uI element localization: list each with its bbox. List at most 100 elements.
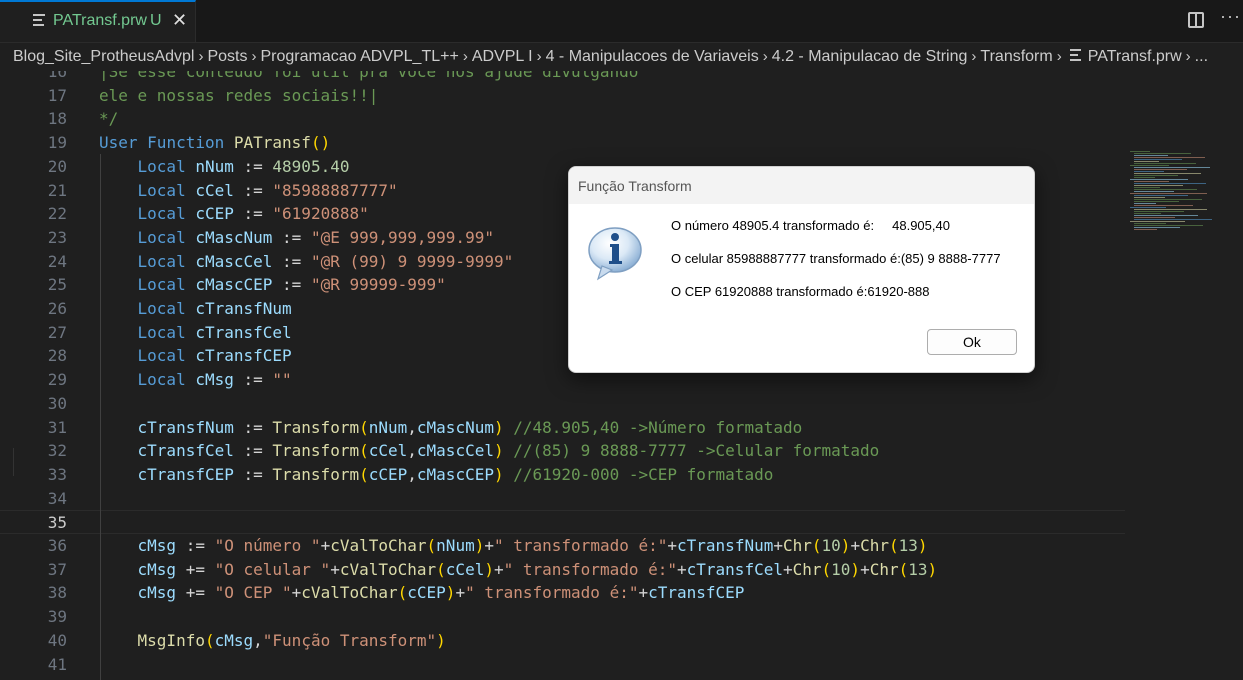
line-number: 36 <box>47 536 67 555</box>
breadcrumb-item[interactable]: ADVPL I <box>472 44 533 70</box>
breadcrumb-item[interactable]: ... <box>1195 44 1208 70</box>
code-text: Local cMascCel := "@R (99) 9 9999-9999" <box>137 251 514 271</box>
code-text: ele e nossas redes sociais!!| <box>99 85 379 105</box>
minimap-line <box>1134 181 1169 182</box>
line-number: 40 <box>47 630 67 650</box>
gutter-indicator <box>0 448 14 476</box>
breadcrumb-item[interactable]: Posts <box>207 44 247 70</box>
file-lines-icon <box>1069 49 1081 62</box>
minimap-line <box>1134 159 1182 160</box>
code-text: cMsg += "O celular "+cValToChar(cCel)+" … <box>137 559 938 579</box>
code-line[interactable]: 39 <box>0 605 1125 629</box>
line-number: 27 <box>47 322 67 342</box>
more-actions-icon[interactable]: ··· <box>1220 6 1241 27</box>
code-text: cMsg += "O CEP "+cValToChar(cCEP)+" tran… <box>137 583 745 603</box>
split-editor-icon[interactable] <box>1188 12 1204 28</box>
dialog-title: Função Transform <box>578 178 692 194</box>
code-text: MsgInfo(cMsg,"Função Transform") <box>137 630 446 650</box>
dialog-message-line: O CEP 61920888 transformado é:61920-888 <box>671 284 930 299</box>
code-line[interactable]: 16 |Se esse conteúdo foi útil pra você no… <box>0 71 1125 84</box>
breadcrumb-separator: › <box>1185 48 1191 65</box>
breadcrumb-item[interactable]: Blog_Site_ProtheusAdvpl <box>13 44 194 70</box>
breadcrumb-item[interactable]: 4 - Manipulacoes de Variaveis <box>546 44 759 70</box>
breadcrumb: Blog_Site_ProtheusAdvpl › Posts › Programaca… <box>13 44 1243 70</box>
code-text: Local cTransfCel <box>137 322 292 342</box>
code-line[interactable]: 40 MsgInfo(cMsg,"Função Transform") <box>0 629 1125 653</box>
minimap-line <box>1134 217 1175 218</box>
minimap-line <box>1134 213 1161 214</box>
code-text: User Function PATransf() <box>99 133 331 153</box>
code-text: Local cTransfCEP <box>137 346 292 366</box>
minimap-line <box>1130 207 1166 208</box>
line-number: 37 <box>47 559 67 579</box>
code-text: cMsg := "O número "+cValToChar(nNum)+" t… <box>137 536 928 555</box>
line-number: 18 <box>47 109 67 129</box>
minimap-line <box>1134 173 1201 174</box>
code-text: */ <box>99 109 119 129</box>
close-icon[interactable]: ✕ <box>172 10 187 31</box>
code-line[interactable]: 37 cMsg += "O celular "+cValToChar(cCel)… <box>0 558 1125 582</box>
minimap-line <box>1130 221 1185 222</box>
code-line[interactable]: 32 cTransfCel := Transform(cCel,cMascCel… <box>0 439 1125 463</box>
code-line[interactable]: 33 cTransfCEP := Transform(cCEP,cMascCEP… <box>0 463 1125 487</box>
tab-title: PATransf.prw <box>53 12 147 29</box>
code-text: Local cCel := "85988887777" <box>137 180 398 200</box>
line-number: 20 <box>47 156 67 176</box>
code-line[interactable]: 35 <box>0 510 1125 534</box>
minimap-line <box>1134 209 1207 210</box>
line-number: 34 <box>47 488 67 508</box>
minimap-line <box>1134 153 1191 154</box>
minimap-line <box>1130 165 1169 166</box>
code-line[interactable]: 41 <box>0 653 1125 677</box>
line-number: 28 <box>47 346 67 366</box>
breadcrumb-item[interactable]: Transform <box>980 44 1052 70</box>
code-text: |Se esse conteúdo foi útil pra você nos … <box>99 71 639 81</box>
minimap-line <box>1134 185 1183 186</box>
line-number: 38 <box>47 583 67 603</box>
minimap-line <box>1134 163 1196 164</box>
code-line[interactable]: 34 <box>0 487 1125 511</box>
minimap-line <box>1134 155 1168 156</box>
breadcrumb-item[interactable]: PATransf.prw <box>1088 44 1182 70</box>
minimap-line <box>1134 169 1187 170</box>
minimap-line <box>1134 195 1188 196</box>
code-text: Local cMascCEP := "@R 99999-999" <box>137 275 446 295</box>
code-line[interactable]: 38 cMsg += "O CEP "+cValToChar(cCEP)+" t… <box>0 581 1125 605</box>
breadcrumb-item[interactable]: Programacao ADVPL_TL++ <box>260 44 458 70</box>
tab-patransf[interactable]: PATransf.prw U ✕ <box>0 0 196 42</box>
code-line[interactable]: 19 User Function PATransf() <box>0 131 1125 155</box>
minimap-line <box>1134 171 1164 172</box>
code-line[interactable]: 18 */ <box>0 107 1125 131</box>
minimap-line <box>1134 177 1155 178</box>
code-line[interactable]: 17 ele e nossas redes sociais!!| <box>0 84 1125 108</box>
line-number: 21 <box>47 180 67 200</box>
code-editor[interactable]: 16 |Se esse conteúdo foi útil pra você no… <box>0 71 1243 680</box>
line-number: 35 <box>47 513 67 533</box>
breadcrumb-separator: › <box>971 48 977 65</box>
minimap-line <box>1134 187 1160 188</box>
code-text: Local cMascNum := "@E 999,999,999.99" <box>137 227 494 247</box>
code-line[interactable]: 30 <box>0 392 1125 416</box>
line-number: 16 <box>47 71 67 81</box>
code-line[interactable]: 36 cMsg := "O número "+cValToChar(nNum)+… <box>0 534 1125 558</box>
breadcrumb-separator: › <box>762 48 768 65</box>
line-number: 25 <box>47 275 67 295</box>
file-lines-icon <box>33 14 45 28</box>
minimap[interactable] <box>1130 151 1230 241</box>
minimap-line <box>1134 225 1203 226</box>
ok-button[interactable]: Ok <box>927 329 1017 355</box>
minimap-line <box>1134 189 1197 190</box>
minimap-line <box>1130 193 1207 194</box>
minimap-line <box>1134 215 1198 216</box>
line-number: 30 <box>47 393 67 413</box>
code-line[interactable]: 31 cTransfNum := Transform(nNum,cMascNum… <box>0 416 1125 440</box>
minimap-line <box>1134 157 1205 158</box>
code-text: cTransfNum := Transform(nNum,cMascNum) /… <box>137 417 803 437</box>
breadcrumb-item[interactable]: 4.2 - Manipulacao de String <box>772 44 968 70</box>
line-number: 29 <box>47 370 67 390</box>
dialog-message-line: O número 48905.4 transformado é: 48.905,… <box>671 218 950 233</box>
code-text: Local nNum := 48905.40 <box>137 156 350 176</box>
minimap-line <box>1134 219 1212 220</box>
code-text: cTransfCel := Transform(cCel,cMascCel) /… <box>137 441 880 461</box>
untracked-badge: U <box>150 12 162 29</box>
